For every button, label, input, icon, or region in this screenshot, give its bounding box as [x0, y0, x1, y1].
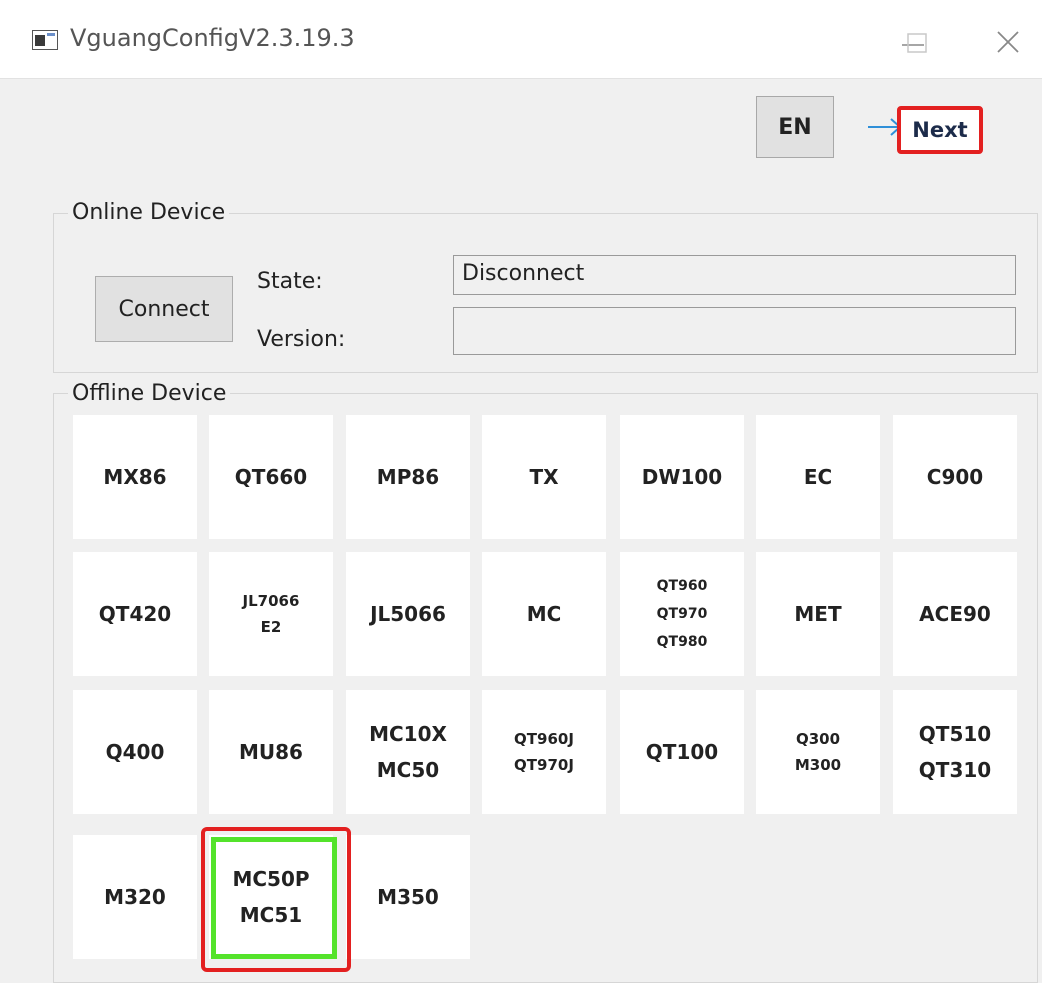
close-icon [997, 31, 1019, 53]
device-tile-label: E2 [260, 618, 282, 636]
device-tile-qt660[interactable]: QT660 [209, 415, 333, 539]
device-tile-label: QT510 [918, 722, 992, 746]
close-button[interactable] [982, 14, 1042, 64]
device-tile-label: M300 [794, 756, 842, 774]
device-tile-m320[interactable]: M320 [73, 835, 197, 959]
language-button[interactable]: EN [756, 96, 834, 158]
device-tile-qt420[interactable]: QT420 [73, 552, 197, 676]
device-tile-label: QT960 [656, 578, 708, 594]
device-tile-qt100[interactable]: QT100 [620, 690, 744, 814]
window-title: VguangConfigV2.3.19.3 [70, 24, 355, 52]
device-tile-ec[interactable]: EC [756, 415, 880, 539]
device-tile-mx86[interactable]: MX86 [73, 415, 197, 539]
maximize-icon [907, 33, 927, 53]
device-tile-label: MU86 [239, 740, 303, 764]
device-tile-mc10x-mc50[interactable]: MC10X MC50 [346, 690, 470, 814]
device-tile-label: MC10X [369, 722, 447, 746]
device-tile-label: QT970 [656, 606, 708, 622]
device-tile-qt960-qt970-qt980[interactable]: QT960 QT970 QT980 [620, 552, 744, 676]
online-device-title: Online Device [68, 199, 230, 227]
device-tile-label: MC51 [239, 903, 303, 927]
device-tile-label: M320 [104, 885, 166, 909]
device-tile-tx[interactable]: TX [482, 415, 606, 539]
device-tile-c900[interactable]: C900 [893, 415, 1017, 539]
next-button[interactable]: Next [897, 106, 983, 154]
device-tile-met[interactable]: MET [756, 552, 880, 676]
device-tile-qt510-qt310[interactable]: QT510 QT310 [893, 690, 1017, 814]
device-tile-label: EC [803, 465, 833, 489]
device-tile-mc[interactable]: MC [482, 552, 606, 676]
title-bar: VguangConfigV2.3.19.3 [0, 0, 1042, 79]
device-tile-label: MET [794, 602, 842, 626]
device-tile-label: MC [526, 602, 562, 626]
device-tile-label: M350 [377, 885, 439, 909]
device-tile-label: DW100 [641, 465, 723, 489]
device-tile-label: MP86 [376, 465, 440, 489]
connect-button[interactable]: Connect [95, 276, 233, 342]
device-tile-label: JL7066 [242, 592, 300, 610]
device-tile-label: C900 [926, 465, 984, 489]
device-tile-q400[interactable]: Q400 [73, 690, 197, 814]
device-tile-mu86[interactable]: MU86 [209, 690, 333, 814]
device-tile-label: QT420 [98, 602, 172, 626]
maximize-button[interactable] [886, 14, 946, 64]
device-tile-dw100[interactable]: DW100 [620, 415, 744, 539]
device-tile-label: Q300 [795, 730, 841, 748]
device-tile-label: MC50 [376, 758, 440, 782]
device-tile-q300-m300[interactable]: Q300 M300 [756, 690, 880, 814]
device-tile-m350[interactable]: M350 [346, 835, 470, 959]
device-tile-label: MC50P [232, 867, 310, 891]
device-tile-mp86[interactable]: MP86 [346, 415, 470, 539]
device-tile-label: QT980 [656, 634, 708, 650]
state-field: Disconnect [453, 255, 1016, 295]
device-tile-label: QT960J [514, 730, 574, 748]
device-tile-label: MX86 [103, 465, 167, 489]
device-tile-jl5066[interactable]: JL5066 [346, 552, 470, 676]
version-label: Version: [257, 327, 346, 352]
device-tile-label: Q400 [105, 740, 165, 764]
device-tile-ace90[interactable]: ACE90 [893, 552, 1017, 676]
device-tile-label: ACE90 [919, 602, 991, 626]
device-tile-label: JL5066 [370, 602, 446, 626]
device-tile-label: QT660 [234, 465, 308, 489]
device-tile-label: TX [529, 465, 559, 489]
device-tile-mc50p-mc51[interactable]: MC50P MC51 [209, 835, 333, 959]
device-tile-label: QT310 [918, 758, 992, 782]
device-tile-label: QT100 [645, 740, 719, 764]
offline-device-title: Offline Device [68, 380, 231, 408]
state-label: State: [257, 269, 323, 294]
app-icon [32, 30, 58, 50]
device-tile-jl7066-e2[interactable]: JL7066 E2 [209, 552, 333, 676]
device-tile-label: QT970J [514, 756, 574, 774]
version-field [453, 307, 1016, 355]
device-tile-qt960j-qt970j[interactable]: QT960J QT970J [482, 690, 606, 814]
